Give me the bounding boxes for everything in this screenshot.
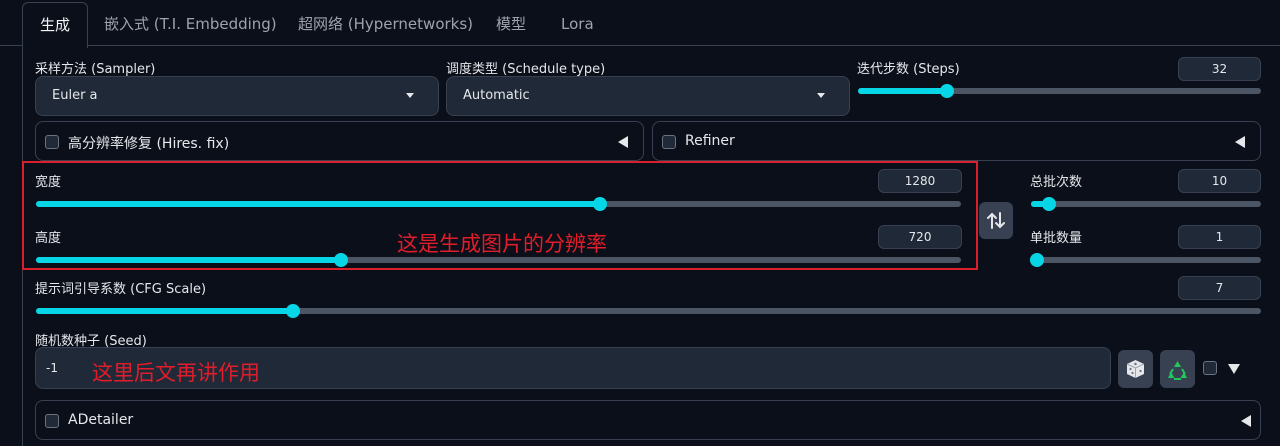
slider-handle[interactable] xyxy=(1030,253,1044,267)
tab-generate[interactable]: 生成 xyxy=(22,2,88,48)
collapse-left-icon[interactable] xyxy=(1241,415,1251,427)
expand-down-icon[interactable] xyxy=(1228,364,1240,374)
random-seed-button[interactable] xyxy=(1118,350,1153,388)
dice-icon xyxy=(1126,360,1145,378)
slider-fill xyxy=(858,88,947,94)
hires-fix-accordion[interactable]: 高分辨率修复 (Hires. fix) xyxy=(35,121,644,161)
extra-seed-checkbox[interactable] xyxy=(1203,361,1217,375)
reuse-seed-button[interactable] xyxy=(1160,350,1195,388)
seed-value: -1 xyxy=(46,361,58,375)
batch-count-slider[interactable] xyxy=(1031,197,1261,211)
hires-fix-checkbox[interactable] xyxy=(45,135,59,149)
chevron-down-icon xyxy=(406,93,414,98)
hires-fix-label: 高分辨率修复 (Hires. fix) xyxy=(68,136,230,152)
swap-dimensions-button[interactable] xyxy=(979,202,1013,239)
schedule-type-dropdown[interactable]: Automatic xyxy=(446,76,850,116)
refiner-accordion[interactable]: Refiner xyxy=(652,121,1261,161)
batch-size-slider[interactable] xyxy=(1030,253,1261,267)
schedule-type-label: 调度类型 (Schedule type) xyxy=(446,62,606,77)
slider-handle[interactable] xyxy=(939,84,954,98)
tab-hypernetworks[interactable]: 超网络 (Hypernetworks) xyxy=(298,0,473,46)
tab-models[interactable]: 模型 xyxy=(496,0,526,46)
adetailer-label: ADetailer xyxy=(68,412,134,428)
tab-ti-embedding[interactable]: 嵌入式 (T.I. Embedding) xyxy=(104,0,277,46)
recycle-icon xyxy=(1168,361,1187,380)
cfg-scale-label: 提示词引导系数 (CFG Scale) xyxy=(35,282,207,297)
adetailer-checkbox[interactable] xyxy=(45,414,59,428)
cfg-scale-input[interactable]: 7 xyxy=(1178,276,1261,300)
annotation-seed: 这里后文再讲作用 xyxy=(92,361,260,385)
adetailer-accordion[interactable]: ADetailer xyxy=(35,400,1261,440)
collapse-left-icon[interactable] xyxy=(1235,136,1245,148)
refiner-label: Refiner xyxy=(685,133,735,149)
schedule-type-value: Automatic xyxy=(463,88,530,103)
swap-arrows-icon xyxy=(987,212,1005,229)
refiner-checkbox[interactable] xyxy=(662,135,676,149)
batch-count-input[interactable]: 10 xyxy=(1178,169,1261,193)
collapse-left-icon[interactable] xyxy=(618,136,628,148)
steps-slider[interactable] xyxy=(858,84,1261,98)
batch-size-label: 单批数量 xyxy=(1030,231,1083,246)
sampler-label: 采样方法 (Sampler) xyxy=(35,62,156,77)
sampler-dropdown[interactable]: Euler a xyxy=(35,76,439,116)
slider-fill xyxy=(36,308,294,314)
steps-label: 迭代步数 (Steps) xyxy=(857,62,960,77)
steps-input[interactable]: 32 xyxy=(1178,57,1261,81)
chevron-down-icon xyxy=(817,93,825,98)
batch-count-label: 总批次数 xyxy=(1030,175,1083,190)
batch-size-input[interactable]: 1 xyxy=(1178,225,1261,249)
sampler-value: Euler a xyxy=(52,88,98,103)
cfg-scale-slider[interactable] xyxy=(36,304,1261,318)
tab-lora[interactable]: Lora xyxy=(561,0,594,46)
annotation-resolution: 这是生成图片的分辨率 xyxy=(397,232,607,256)
